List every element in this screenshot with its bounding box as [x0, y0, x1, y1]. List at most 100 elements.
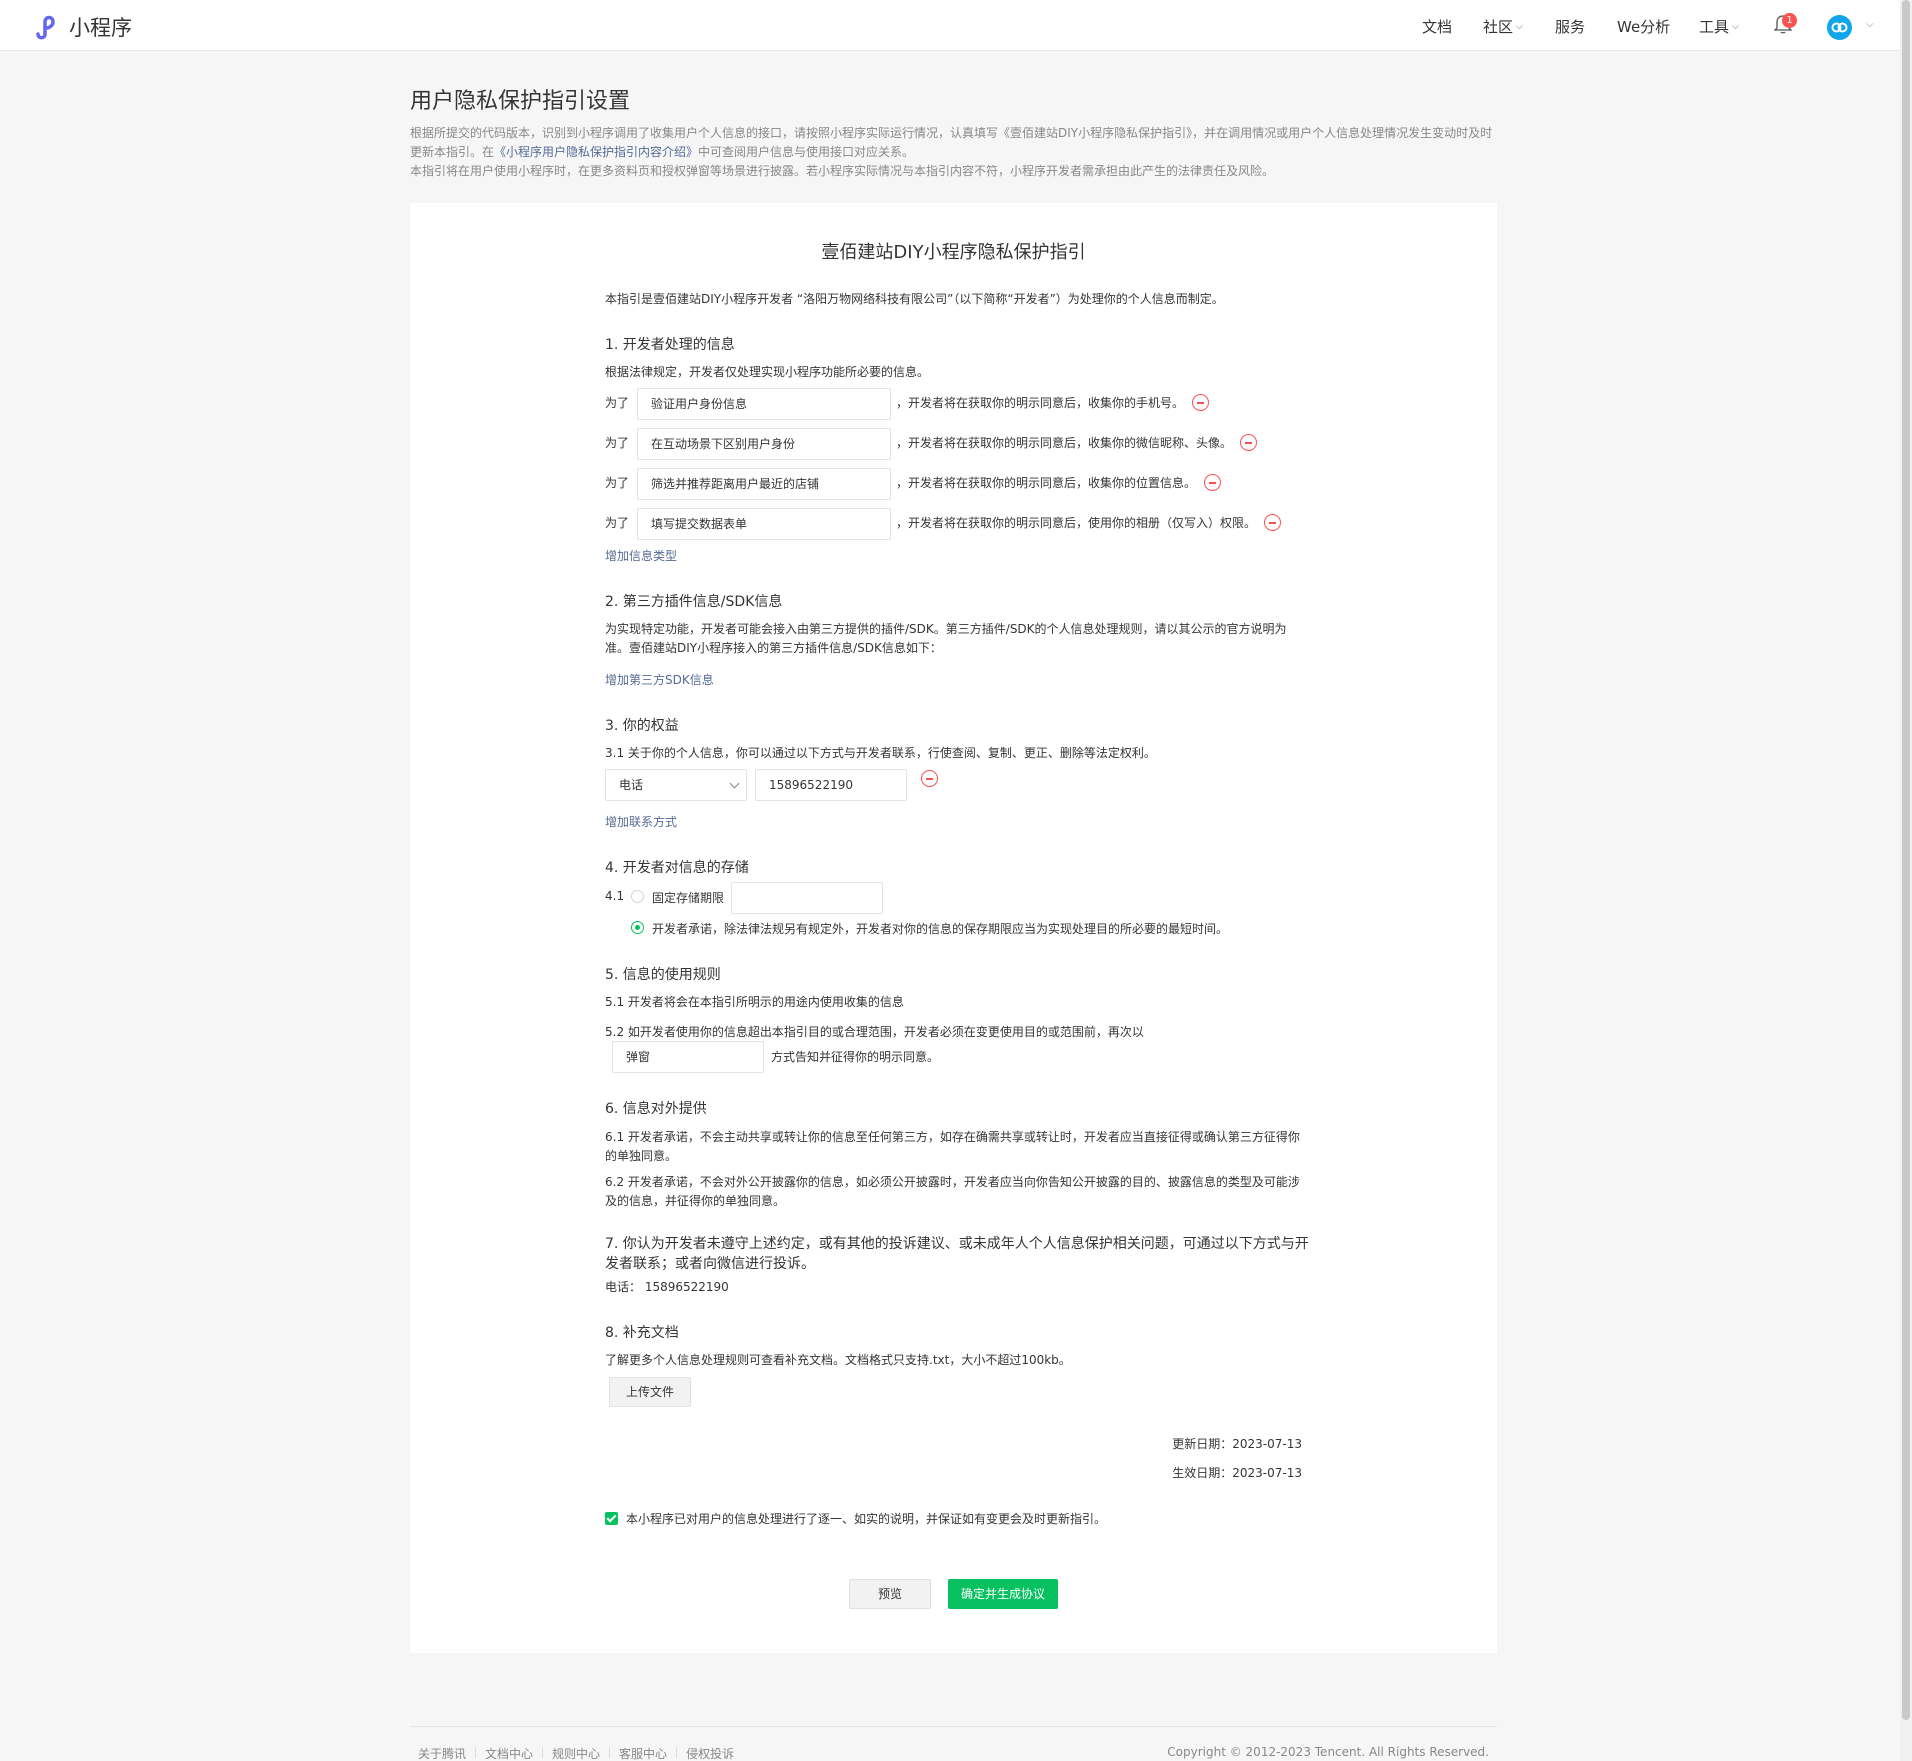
chevron-down-icon: ⌵: [1732, 21, 1739, 32]
nav-analytics[interactable]: We分析: [1617, 16, 1670, 37]
scrollbar-thumb[interactable]: [1902, 0, 1910, 1720]
nav-docs[interactable]: 文档: [1422, 16, 1452, 37]
shortest-period-label: 开发者承诺，除法律法规另有规定外，开发者对你的信息的保存期限应当为实现处理目的所…: [652, 922, 1229, 936]
purpose-prefix: 为了: [605, 516, 630, 530]
section-6-p1: 6.1 开发者承诺，不会主动共享或转让你的信息至任何第三方，如存在确需共享或转让…: [605, 1128, 1325, 1166]
agree-checkbox[interactable]: [605, 1512, 618, 1525]
footer-separator: [676, 1747, 678, 1758]
section-6-line: 及的信息，并征得你的单独同意。: [605, 1194, 786, 1208]
purpose-input[interactable]: 验证用户身份信息: [637, 388, 891, 420]
nav-tools-label: 工具: [1699, 18, 1730, 36]
footer-link[interactable]: 规则中心: [552, 1745, 600, 1761]
section-3-desc: 3.1 关于你的个人信息，你可以通过以下方式与开发者联系，行使查阅、复制、更正、…: [605, 746, 1156, 760]
upload-file-button[interactable]: 上传文件: [609, 1377, 691, 1407]
section-5-p2-tail: 方式告知并征得你的明示同意。: [771, 1050, 940, 1064]
contact-type-select[interactable]: 电话: [605, 769, 747, 801]
purpose-input[interactable]: 在互动场景下区别用户身份: [637, 428, 891, 460]
confirm-generate-button[interactable]: 确定并生成协议: [948, 1579, 1058, 1609]
nav-services[interactable]: 服务: [1555, 16, 1585, 37]
section-1-heading: 1. 开发者处理的信息: [605, 337, 735, 353]
section-6-p2: 6.2 开发者承诺，不会对外公开披露你的信息，如必须公开披露时，开发者应当向你告…: [605, 1173, 1325, 1211]
section-6-line: 6.1 开发者承诺，不会主动共享或转让你的信息至任何第三方，如存在确需共享或转让…: [605, 1130, 1300, 1144]
section-7-contact: 电话： 15896522190: [605, 1280, 729, 1294]
chevron-down-icon: [729, 778, 740, 789]
mini-program-logo-icon: [36, 15, 55, 40]
footer-separator: [542, 1747, 544, 1758]
section-6-line: 的单独同意。: [605, 1149, 678, 1163]
shortest-period-radio[interactable]: [631, 921, 644, 934]
notification-badge: 1: [1782, 13, 1797, 28]
copyright: Copyright © 2012-2023 Tencent. All Right…: [1167, 1745, 1489, 1759]
top-navbar: 小程序 文档 社区 ⌵ 服务 We分析 工具 ⌵ 1 ⌵: [0, 0, 1900, 51]
remove-icon[interactable]: [1264, 514, 1281, 531]
chevron-down-icon: ⌵: [1516, 21, 1523, 32]
remove-icon[interactable]: [1240, 434, 1257, 451]
contact-value-input[interactable]: 15896522190: [755, 769, 907, 801]
section-4-num: 4.1: [605, 889, 625, 903]
page-intro: 根据所提交的代码版本，识别到小程序调用了收集用户个人信息的接口，请按照小程序实际…: [410, 124, 1495, 181]
storage-period-input[interactable]: [731, 882, 883, 914]
section-4-heading: 4. 开发者对信息的存储: [605, 860, 749, 876]
nav-community[interactable]: 社区 ⌵: [1483, 16, 1523, 37]
updated-date: 更新日期：2023-07-13: [1172, 1437, 1302, 1451]
purpose-tail: ，开发者将在获取你的明示同意后，收集你的手机号。: [896, 396, 1185, 410]
section-5-heading: 5. 信息的使用规则: [605, 967, 721, 983]
add-contact-link[interactable]: 增加联系方式: [605, 813, 725, 830]
contact-type-value: 电话: [619, 778, 644, 792]
section-3-heading: 3. 你的权益: [605, 718, 679, 734]
footer-link[interactable]: 侵权投诉: [686, 1745, 734, 1761]
guide-preface: 本指引是壹佰建站DIY小程序开发者 “洛阳万物网络科技有限公司”（以下简称“开发…: [605, 292, 1224, 306]
purpose-prefix: 为了: [605, 476, 630, 490]
preview-button[interactable]: 预览: [849, 1579, 931, 1609]
avatar-logo-icon: [1831, 22, 1848, 33]
agree-label: 本小程序已对用户的信息处理进行了逐一、如实的说明，并保证如有变更会及时更新指引。: [626, 1512, 1107, 1526]
purpose-prefix: 为了: [605, 436, 630, 450]
section-8-desc: 了解更多个人信息处理规则可查看补充文档。文档格式只支持.txt，大小不超过100…: [605, 1353, 1071, 1367]
intro-text: 更新本指引。在: [410, 145, 495, 159]
chevron-down-icon[interactable]: ⌵: [1866, 19, 1874, 30]
nav-community-label: 社区: [1483, 18, 1514, 36]
add-info-type-link[interactable]: 增加信息类型: [605, 547, 725, 564]
privacy-intro-link[interactable]: 《小程序用户隐私保护指引内容介绍》: [494, 145, 698, 159]
fixed-period-radio[interactable]: [631, 890, 644, 903]
section-2-desc: 为实现特定功能，开发者可能会接入由第三方提供的插件/SDK。第三方插件/SDK的…: [605, 620, 1325, 658]
intro-text: 中可查阅用户信息与使用接口对应关系。: [698, 145, 915, 159]
fixed-period-label: 固定存储期限: [652, 891, 725, 905]
purpose-input[interactable]: 筛选并推荐距离用户最近的店铺: [637, 468, 891, 500]
section-6-heading: 6. 信息对外提供: [605, 1101, 707, 1117]
intro-line-2: 更新本指引。在《小程序用户隐私保护指引内容介绍》中可查阅用户信息与使用接口对应关…: [410, 143, 1495, 162]
intro-line-3: 本指引将在用户使用小程序时，在更多资料页和授权弹窗等场景进行披露。若小程序实际情…: [410, 164, 1275, 178]
notify-method-input[interactable]: 弹窗: [612, 1041, 764, 1073]
purpose-input[interactable]: 填写提交数据表单: [637, 508, 891, 540]
avatar[interactable]: [1827, 15, 1852, 40]
purpose-tail: ，开发者将在获取你的明示同意后，使用你的相册（仅写入）权限。: [896, 516, 1257, 530]
remove-icon[interactable]: [1204, 474, 1221, 491]
footer-divider: [410, 1726, 1497, 1727]
section-5-p2: 5.2 如开发者使用你的信息超出本指引目的或合理范围，开发者必须在变更使用目的或…: [605, 1025, 1144, 1039]
effective-date: 生效日期：2023-07-13: [1172, 1466, 1302, 1480]
purpose-tail: ，开发者将在获取你的明示同意后，收集你的位置信息。: [896, 476, 1197, 490]
page-title: 用户隐私保护指引设置: [410, 89, 631, 114]
add-sdk-link[interactable]: 增加第三方SDK信息: [605, 671, 755, 688]
intro-line-1: 根据所提交的代码版本，识别到小程序调用了收集用户个人信息的接口，请按照小程序实际…: [410, 126, 1493, 140]
footer-link[interactable]: 文档中心: [485, 1745, 533, 1761]
section-7-line: 7. 你认为开发者未遵守上述约定，或有其他的投诉建议、或未成年人个人信息保护相关…: [605, 1236, 1309, 1252]
footer-separator: [609, 1747, 611, 1758]
footer-link[interactable]: 客服中心: [619, 1745, 667, 1761]
section-5-p1: 5.1 开发者将会在本指引所明示的用途内使用收集的信息: [605, 995, 904, 1009]
footer-links: 关于腾讯 文档中心 规则中心 客服中心 侵权投诉: [418, 1745, 734, 1761]
footer-link[interactable]: 关于腾讯: [418, 1745, 466, 1761]
remove-icon[interactable]: [921, 770, 938, 787]
nav-tools[interactable]: 工具 ⌵: [1699, 16, 1739, 37]
section-8-heading: 8. 补充文档: [605, 1325, 679, 1341]
purpose-prefix: 为了: [605, 396, 630, 410]
logo[interactable]: 小程序: [33, 12, 132, 42]
section-2-heading: 2. 第三方插件信息/SDK信息: [605, 594, 783, 610]
footer-separator: [475, 1747, 477, 1758]
section-7-heading: 7. 你认为开发者未遵守上述约定，或有其他的投诉建议、或未成年人个人信息保护相关…: [605, 1234, 1325, 1274]
remove-icon[interactable]: [1192, 394, 1209, 411]
purpose-tail: ，开发者将在获取你的明示同意后，收集你的微信昵称、头像。: [896, 436, 1233, 450]
section-2-desc-line: 为实现特定功能，开发者可能会接入由第三方提供的插件/SDK。第三方插件/SDK的…: [605, 622, 1287, 636]
section-7-line: 发者联系；或者向微信进行投诉。: [605, 1256, 815, 1272]
section-1-desc: 根据法律规定，开发者仅处理实现小程序功能所必要的信息。: [605, 365, 930, 379]
